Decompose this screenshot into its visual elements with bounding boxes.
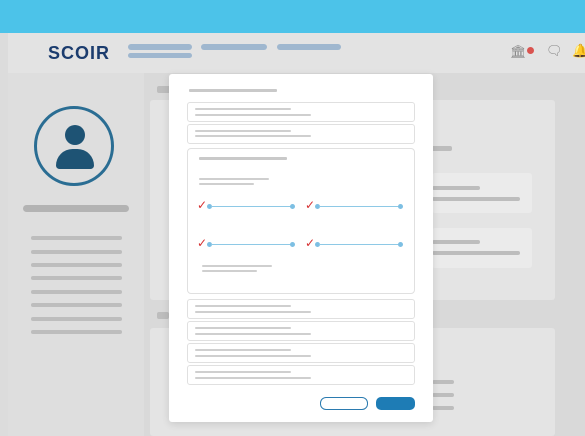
slider-end-dot[interactable]: [290, 242, 295, 247]
field-5-line-b: [195, 355, 311, 357]
checklist-note-b: [202, 270, 257, 272]
user-icon[interactable]: [34, 106, 114, 186]
field-1-line-b: [195, 114, 311, 116]
nav-link-3[interactable]: [277, 44, 341, 50]
subcard-2-line: [432, 240, 480, 244]
field-1-line-a: [195, 108, 291, 110]
field-6-line-a: [195, 371, 291, 373]
checkmark-icon: ✓: [305, 236, 316, 250]
scoir-logo[interactable]: SCOIR: [48, 43, 110, 64]
field-3-line-a: [195, 305, 291, 307]
card-bottom-line-1: [432, 380, 454, 384]
card-bottom-line-2: [432, 393, 454, 397]
checklist-panel: [187, 148, 415, 294]
modal-field-1[interactable]: [187, 102, 415, 122]
checklist-title: [199, 157, 287, 160]
bell-icon[interactable]: 🔔: [572, 43, 585, 59]
slider-end-dot[interactable]: [398, 242, 403, 247]
sidebar-line-4: [31, 276, 122, 280]
field-2-line-a: [195, 130, 291, 132]
chat-icon[interactable]: 🗨: [546, 43, 563, 59]
content-subcard-1[interactable]: [432, 173, 532, 213]
checkmark-icon: ✓: [197, 236, 208, 250]
profile-name-bar: [23, 205, 129, 212]
field-3-line-b: [195, 311, 311, 313]
field-6-line-b: [195, 377, 311, 379]
top-brand-bar: [0, 0, 585, 33]
slider-end-dot[interactable]: [290, 204, 295, 209]
checkmark-icon: ✓: [197, 198, 208, 212]
card-top-heading: [430, 146, 452, 151]
field-5-line-a: [195, 349, 291, 351]
building-icon[interactable]: 🏛: [510, 44, 527, 60]
checklist-rule-2: [319, 206, 399, 207]
slider-end-dot[interactable]: [398, 204, 403, 209]
save-button[interactable]: [376, 397, 415, 410]
cancel-button[interactable]: [320, 397, 368, 410]
modal-field-4[interactable]: [187, 321, 415, 341]
nav-link-1[interactable]: [128, 44, 192, 50]
checklist-subtitle-a: [199, 178, 269, 180]
subcard-1-line: [432, 186, 480, 190]
nav-link-2[interactable]: [201, 44, 267, 50]
modal-field-3[interactable]: [187, 299, 415, 319]
sidebar-line-1: [31, 236, 122, 240]
field-2-line-b: [195, 135, 311, 137]
avatar-head: [65, 125, 85, 145]
card-bottom-title: [157, 312, 169, 319]
content-subcard-2[interactable]: [432, 228, 532, 268]
subcard-1-line-2: [432, 197, 520, 201]
checkmark-icon: ✓: [305, 198, 316, 212]
checklist-subtitle-b: [199, 183, 254, 185]
field-4-line-a: [195, 327, 291, 329]
modal-title: [189, 89, 277, 92]
sidebar-line-3: [31, 263, 122, 267]
modal-field-6[interactable]: [187, 365, 415, 385]
notification-badge: [527, 47, 534, 54]
sidebar-line-5: [31, 290, 122, 294]
checklist-note-a: [202, 265, 272, 267]
nav-link-1-sub: [128, 53, 192, 58]
subcard-2-line-2: [432, 251, 520, 255]
avatar-body: [56, 149, 94, 169]
checklist-rule-1: [211, 206, 291, 207]
modal-field-5[interactable]: [187, 343, 415, 363]
checklist-rule-4: [319, 244, 399, 245]
sidebar-line-6: [31, 303, 122, 307]
sidebar-line-2: [31, 250, 122, 254]
sidebar-line-7: [31, 317, 122, 321]
modal-field-2[interactable]: [187, 124, 415, 144]
sidebar-line-8: [31, 330, 122, 334]
checklist-rule-3: [211, 244, 291, 245]
field-4-line-b: [195, 333, 311, 335]
card-bottom-line-3: [432, 406, 454, 410]
